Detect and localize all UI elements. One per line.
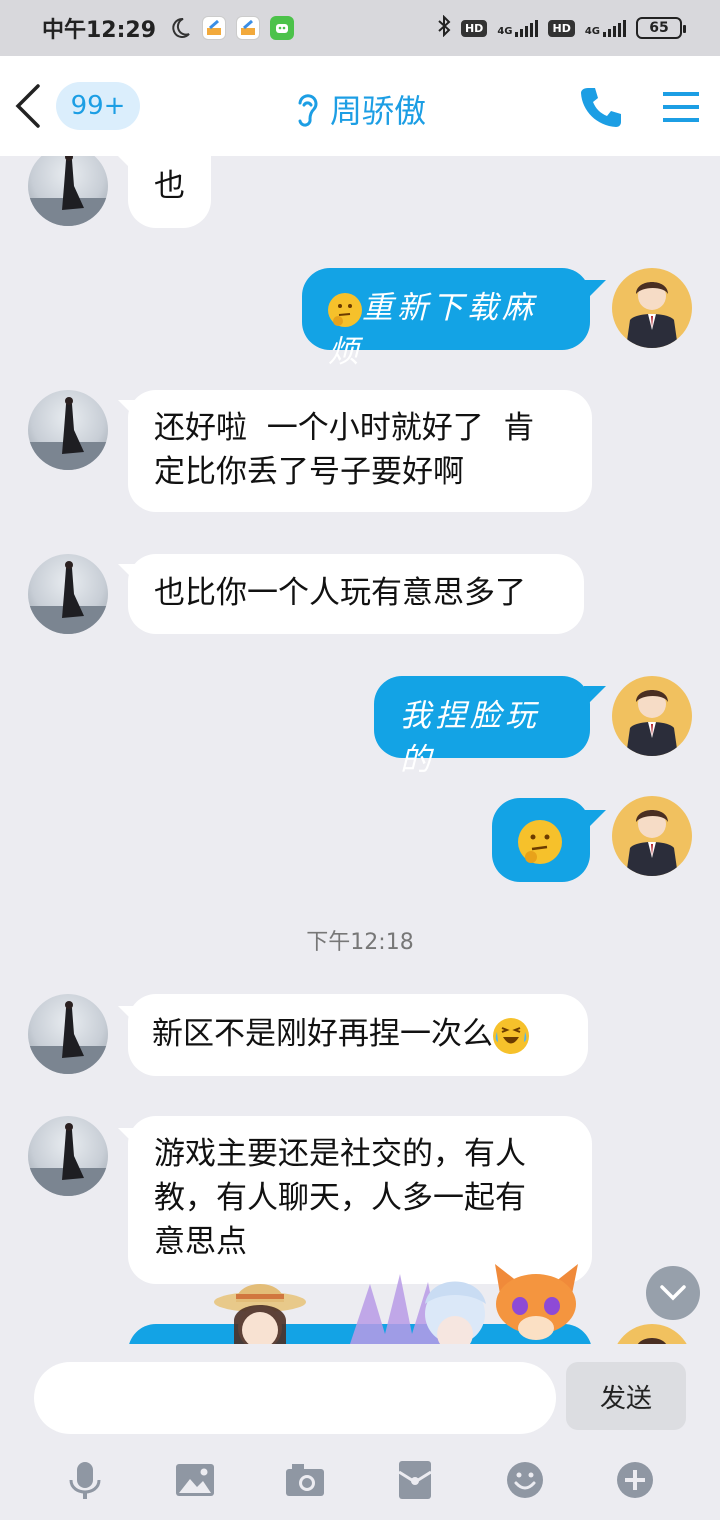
chevron-down-icon bbox=[660, 1285, 686, 1301]
message-bubble[interactable]: 也 bbox=[128, 156, 211, 228]
thinking-emoji-icon bbox=[328, 292, 362, 327]
cartoon-characters-icon bbox=[214, 1264, 578, 1344]
message-incoming: 也 bbox=[0, 156, 720, 236]
camera-button[interactable] bbox=[275, 1450, 335, 1510]
composer: 发送 bbox=[0, 1344, 720, 1520]
hd-icon-2: HD bbox=[548, 19, 575, 37]
my-avatar[interactable] bbox=[612, 268, 692, 348]
message-outgoing bbox=[0, 796, 720, 882]
message-outgoing: 重新下载麻烦 bbox=[0, 266, 720, 370]
photo-button[interactable] bbox=[165, 1450, 225, 1510]
message-incoming: 还好啦 一个小时就好了 肯 定比你丢了号子要好啊 bbox=[0, 390, 720, 514]
message-bubble[interactable]: 重新下载麻烦 bbox=[302, 268, 590, 370]
my-avatar[interactable] bbox=[612, 796, 692, 876]
status-bar: 中午12:29 HD 4G HD 4G 65 bbox=[0, 0, 720, 56]
message-list[interactable]: 也 重新下载麻烦 还好啦 一个小时就好了 肯 定比你丢了号子要好啊 也比你一个人… bbox=[0, 156, 720, 1344]
back-button[interactable] bbox=[8, 80, 48, 132]
message-input[interactable] bbox=[34, 1362, 556, 1434]
composer-toolbar bbox=[0, 1448, 720, 1512]
image-icon bbox=[176, 1464, 214, 1496]
emoji-icon bbox=[507, 1462, 543, 1498]
message-bubble[interactable]: 我捏脸玩的 bbox=[374, 676, 590, 778]
android-app-icon bbox=[270, 16, 295, 40]
message-outgoing: 我捏脸玩的 bbox=[0, 674, 720, 778]
message-bubble[interactable]: 也比你一个人玩有意思多了 bbox=[128, 554, 584, 634]
unread-badge[interactable]: 99+ bbox=[56, 82, 140, 130]
message-bubble[interactable]: 还好啦 一个小时就好了 肯 定比你丢了号子要好啊 bbox=[128, 390, 592, 512]
chat-header: 99+ 周骄傲 bbox=[0, 56, 720, 156]
sticker-decoration bbox=[200, 1264, 620, 1344]
menu-button[interactable] bbox=[658, 80, 704, 134]
contact-avatar[interactable] bbox=[28, 1116, 108, 1196]
hamburger-icon bbox=[663, 92, 699, 122]
contact-avatar[interactable] bbox=[28, 554, 108, 634]
my-avatar[interactable] bbox=[612, 1324, 692, 1344]
message-incoming: 新区不是刚好再捏一次么 bbox=[0, 994, 720, 1076]
red-packet-button[interactable] bbox=[385, 1450, 445, 1510]
chevron-left-icon bbox=[15, 84, 40, 128]
scroll-to-bottom-button[interactable] bbox=[646, 1266, 700, 1320]
hd-icon: HD bbox=[460, 19, 488, 37]
my-avatar[interactable] bbox=[612, 676, 692, 756]
thinking-emoji-icon bbox=[518, 819, 562, 864]
laughing-crying-emoji-icon bbox=[493, 1017, 529, 1054]
plus-icon bbox=[617, 1462, 653, 1498]
message-bubble[interactable]: 游戏主要还是社交的，有人 教，有人聊天，人多一起有 意思点 bbox=[128, 1116, 592, 1284]
cleaner-app-icon-2 bbox=[236, 16, 261, 40]
message-bubble-emoji[interactable] bbox=[492, 798, 590, 882]
more-button[interactable] bbox=[605, 1450, 665, 1510]
message-incoming: 也比你一个人玩有意思多了 bbox=[0, 554, 720, 634]
signal-icon-1: 4G bbox=[497, 19, 539, 37]
contact-avatar[interactable] bbox=[28, 156, 108, 226]
emoji-button[interactable] bbox=[495, 1450, 555, 1510]
message-bubble[interactable]: 新区不是刚好再捏一次么 bbox=[128, 994, 588, 1076]
cleaner-app-icon bbox=[202, 16, 227, 40]
bluetooth-icon bbox=[437, 14, 451, 41]
contact-avatar[interactable] bbox=[28, 390, 108, 470]
camera-icon bbox=[286, 1464, 324, 1496]
call-button[interactable] bbox=[574, 80, 628, 134]
status-time: 中午12:29 bbox=[42, 18, 157, 43]
ear-icon bbox=[298, 94, 318, 127]
microphone-icon bbox=[69, 1462, 101, 1499]
moon-icon bbox=[168, 16, 192, 40]
voice-button[interactable] bbox=[55, 1450, 115, 1510]
message-incoming: 游戏主要还是社交的，有人 教，有人聊天，人多一起有 意思点 bbox=[0, 1116, 720, 1284]
contact-name[interactable]: 周骄傲 bbox=[330, 86, 426, 132]
contact-avatar[interactable] bbox=[28, 994, 108, 1074]
battery-indicator: 65 bbox=[636, 17, 686, 39]
message-timestamp: 下午12:18 bbox=[306, 930, 414, 955]
send-button[interactable]: 发送 bbox=[566, 1362, 686, 1430]
signal-icon-2: 4G bbox=[585, 19, 626, 37]
red-packet-icon bbox=[398, 1461, 432, 1499]
phone-icon bbox=[581, 88, 621, 127]
